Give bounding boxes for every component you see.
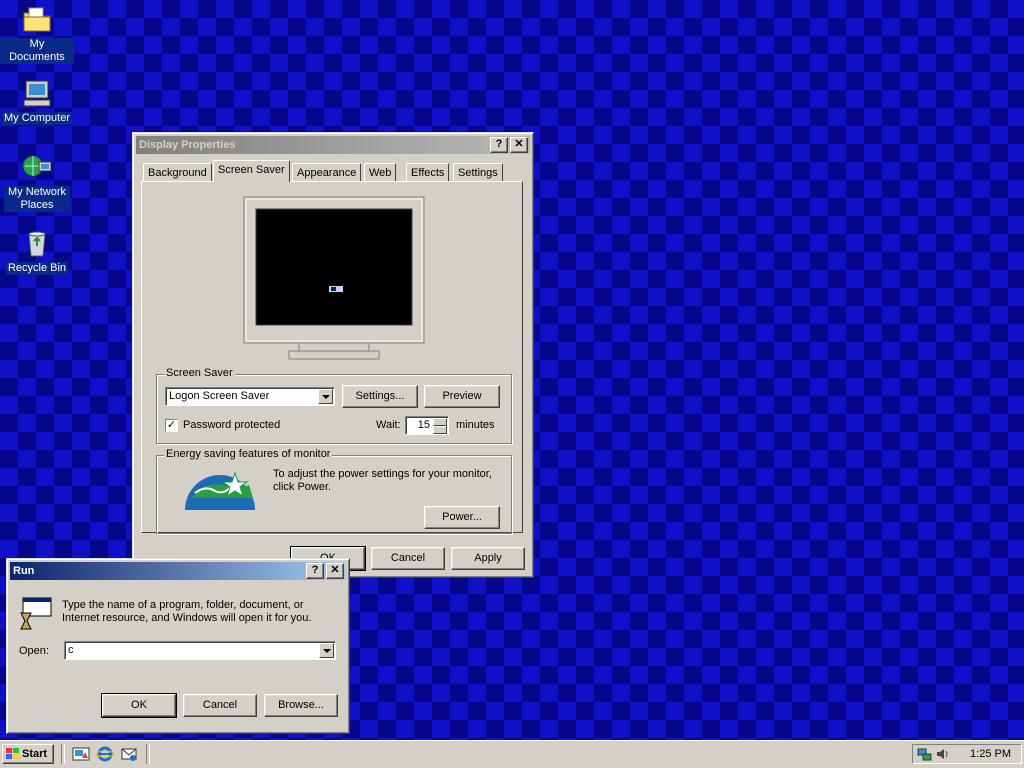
display-properties-window: Display Properties ? ✕ Background Screen… <box>132 132 534 578</box>
desktop-icon-my-computer[interactable]: My Computer <box>0 78 74 125</box>
run-ok-button[interactable]: OK <box>101 693 177 718</box>
wait-value: 15 <box>417 419 430 431</box>
desktop-icon-recycle-bin[interactable]: Recycle Bin <box>0 228 74 275</box>
start-button[interactable]: Start <box>2 744 54 764</box>
energy-star-logo-icon <box>183 467 257 511</box>
show-desktop-icon[interactable] <box>72 746 90 762</box>
power-button[interactable]: Power... <box>424 506 500 529</box>
energy-saving-group: Energy saving features of monitor To adj… <box>156 448 512 534</box>
tab-panel: Screen Saver Logon Screen Saver Settings… <box>141 181 523 534</box>
desktop-icon-label: Recycle Bin <box>5 262 69 275</box>
tab-screen-saver[interactable]: Screen Saver <box>213 160 290 182</box>
tab-strip: Background Screen Saver Appearance Web E… <box>141 160 521 183</box>
network-globe-icon <box>21 152 53 184</box>
display-properties-titlebar[interactable]: Display Properties ? ✕ <box>136 136 530 154</box>
tab-web[interactable]: Web <box>364 163 397 182</box>
settings-button[interactable]: Settings... <box>342 385 418 408</box>
cancel-button[interactable]: Cancel <box>371 547 445 570</box>
chevron-down-icon[interactable] <box>318 389 333 404</box>
clock[interactable]: 1:25 PM <box>970 748 1011 760</box>
help-button[interactable]: ? <box>490 137 508 153</box>
browse-button[interactable]: Browse... <box>264 694 338 717</box>
selected-screen-saver: Logon Screen Saver <box>169 390 270 402</box>
group-title: Energy saving features of monitor <box>164 448 333 460</box>
minutes-label: minutes <box>456 419 495 431</box>
energy-description: To adjust the power settings for your mo… <box>273 468 492 493</box>
open-label: Open: <box>19 645 49 657</box>
network-tray-icon[interactable] <box>917 746 933 762</box>
close-button[interactable]: ✕ <box>326 563 344 579</box>
recycle-bin-icon <box>21 228 53 260</box>
window-title: Run <box>13 565 35 577</box>
windows-logo-icon <box>6 748 20 760</box>
window-title: Display Properties <box>139 139 236 151</box>
folder-icon <box>21 4 53 36</box>
open-value: c <box>68 644 74 656</box>
tab-appearance[interactable]: Appearance <box>292 163 362 182</box>
outlook-express-icon[interactable] <box>120 746 138 762</box>
system-tray: 1:25 PM <box>912 744 1022 764</box>
preview-button[interactable]: Preview <box>424 385 500 408</box>
desktop-icon-label: My Documents <box>0 38 74 64</box>
wait-label: Wait: <box>376 419 401 431</box>
run-program-icon <box>17 597 53 631</box>
password-checkbox[interactable]: ✓ <box>165 419 178 432</box>
apply-button[interactable]: Apply <box>451 547 525 570</box>
start-label: Start <box>22 748 48 760</box>
wait-spinner[interactable]: 15 <box>405 416 449 435</box>
password-label: Password protected <box>183 419 281 431</box>
run-dialog: Run ? ✕ Type the name of a program, fold… <box>6 558 350 734</box>
tab-settings[interactable]: Settings <box>453 163 503 182</box>
chevron-down-icon[interactable] <box>319 643 334 658</box>
volume-icon[interactable] <box>935 746 951 762</box>
help-button[interactable]: ? <box>306 563 324 579</box>
close-button[interactable]: ✕ <box>510 137 528 153</box>
desktop-icon-label: My Network Places <box>4 186 70 212</box>
taskbar: Start 1:25 PM <box>0 740 1024 768</box>
desktop-icon-my-documents[interactable]: My Documents <box>0 4 74 64</box>
run-titlebar[interactable]: Run ? ✕ <box>10 562 346 580</box>
desktop-icon-my-network-places[interactable]: My Network Places <box>0 152 74 212</box>
quicklaunch-separator <box>146 744 150 764</box>
screen-saver-select[interactable]: Logon Screen Saver <box>165 387 335 406</box>
group-title: Screen Saver <box>164 367 235 379</box>
computer-icon <box>21 78 53 110</box>
monitor-preview <box>243 196 425 366</box>
spin-up-button[interactable] <box>433 418 447 426</box>
tab-background[interactable]: Background <box>143 163 212 182</box>
open-input[interactable]: c <box>64 641 336 660</box>
quicklaunch-separator <box>61 744 65 764</box>
screen-saver-group: Screen Saver Logon Screen Saver Settings… <box>156 367 512 444</box>
desktop-icon-label: My Computer <box>1 112 73 125</box>
spin-down-button[interactable] <box>433 426 447 434</box>
run-cancel-button[interactable]: Cancel <box>183 694 257 717</box>
tab-effects[interactable]: Effects <box>406 163 450 182</box>
internet-explorer-icon[interactable] <box>95 746 115 762</box>
run-description: Type the name of a program, folder, docu… <box>62 599 312 624</box>
